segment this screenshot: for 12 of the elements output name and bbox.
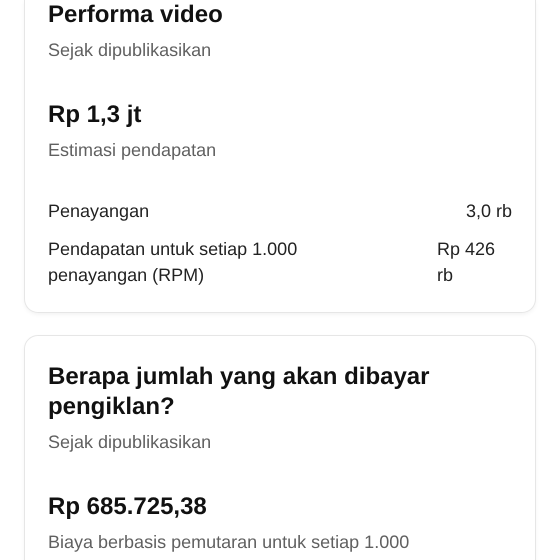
payment-amount: Rp 685.725,38 <box>48 492 208 522</box>
metric-label: Penayangan <box>48 200 150 223</box>
card-title: Berapa jumlah yang akan dibayar pengiklan? <box>48 362 430 422</box>
metric-value: Rp 426 rb <box>437 238 496 287</box>
metric-label: Pendapatan untuk setiap 1.000 penayangan (RPM) <box>48 238 298 287</box>
card-subtitle: Sejak dipublikasikan <box>48 39 212 62</box>
card-title: Performa video <box>48 0 224 30</box>
card-subtitle: Sejak dipublikasikan <box>48 431 212 454</box>
payment-description: Biaya berbasis pemutaran untuk setiap 1.000 <box>48 531 410 554</box>
revenue-label: Estimasi pendapatan <box>48 139 218 162</box>
revenue-amount: Rp 1,3 jt <box>48 100 142 130</box>
metric-value: 3,0 rb <box>466 200 512 223</box>
